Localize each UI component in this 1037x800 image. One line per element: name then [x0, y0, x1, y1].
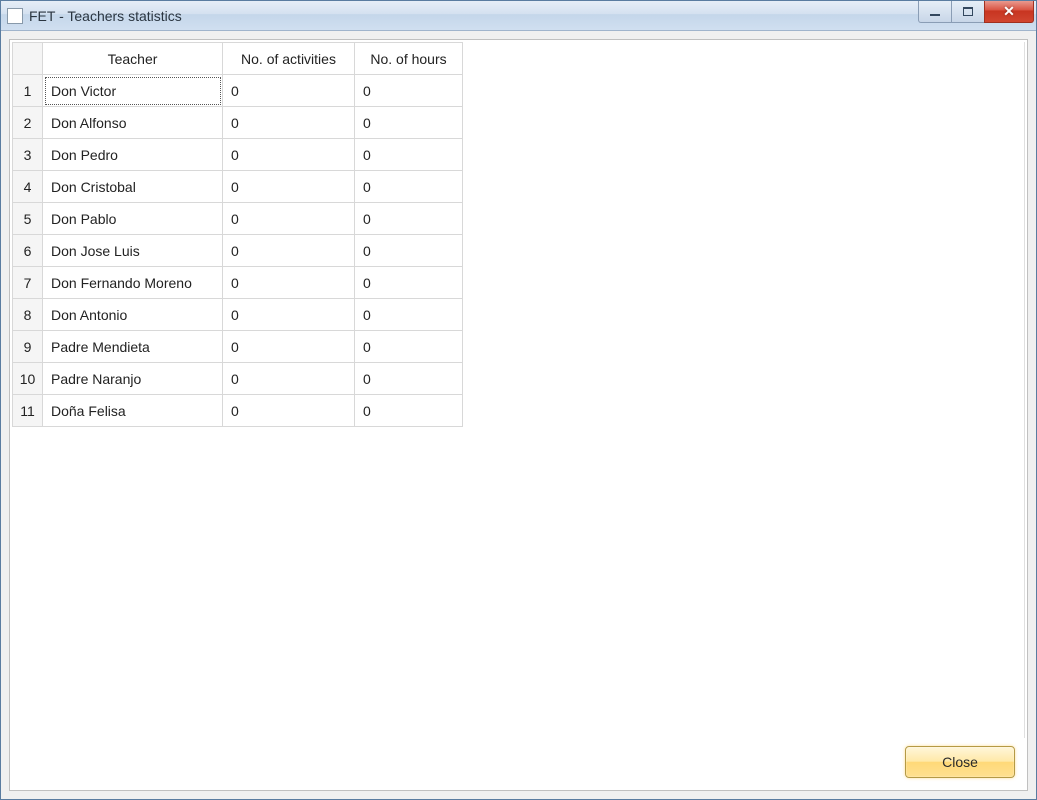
row-index[interactable]: 8: [13, 299, 43, 331]
close-icon: ✕: [1003, 3, 1015, 20]
minimize-icon: [930, 14, 940, 16]
cell-activities[interactable]: 0: [223, 299, 355, 331]
row-index[interactable]: 5: [13, 203, 43, 235]
cell-hours[interactable]: 0: [355, 107, 463, 139]
cell-teacher[interactable]: Don Antonio: [43, 299, 223, 331]
minimize-button[interactable]: [918, 1, 952, 23]
cell-teacher[interactable]: Don Victor: [43, 75, 223, 107]
cell-activities[interactable]: 0: [223, 331, 355, 363]
table-header-row: Teacher No. of activities No. of hours: [13, 43, 463, 75]
maximize-icon: [963, 7, 973, 16]
client-area: Teacher No. of activities No. of hours 1…: [9, 39, 1028, 791]
button-bar: Close: [12, 738, 1025, 788]
titlebar[interactable]: FET - Teachers statistics ✕: [1, 1, 1036, 31]
app-window: FET - Teachers statistics ✕ Teacher No. …: [0, 0, 1037, 800]
row-index[interactable]: 10: [13, 363, 43, 395]
col-header-activities[interactable]: No. of activities: [223, 43, 355, 75]
cell-hours[interactable]: 0: [355, 395, 463, 427]
cell-activities[interactable]: 0: [223, 75, 355, 107]
table-row[interactable]: 1Don Victor00: [13, 75, 463, 107]
close-button[interactable]: Close: [905, 746, 1015, 778]
cell-teacher[interactable]: Padre Naranjo: [43, 363, 223, 395]
cell-teacher[interactable]: Don Pablo: [43, 203, 223, 235]
row-index[interactable]: 6: [13, 235, 43, 267]
cell-hours[interactable]: 0: [355, 139, 463, 171]
row-index[interactable]: 4: [13, 171, 43, 203]
cell-teacher[interactable]: Don Alfonso: [43, 107, 223, 139]
table-row[interactable]: 7Don Fernando Moreno00: [13, 267, 463, 299]
table-row[interactable]: 10Padre Naranjo00: [13, 363, 463, 395]
cell-hours[interactable]: 0: [355, 267, 463, 299]
cell-teacher[interactable]: Don Cristobal: [43, 171, 223, 203]
cell-teacher[interactable]: Don Pedro: [43, 139, 223, 171]
app-icon: [7, 8, 23, 24]
col-header-hours[interactable]: No. of hours: [355, 43, 463, 75]
table-row[interactable]: 3Don Pedro00: [13, 139, 463, 171]
table-row[interactable]: 6Don Jose Luis00: [13, 235, 463, 267]
cell-hours[interactable]: 0: [355, 171, 463, 203]
cell-hours[interactable]: 0: [355, 299, 463, 331]
table-row[interactable]: 9Padre Mendieta00: [13, 331, 463, 363]
cell-activities[interactable]: 0: [223, 235, 355, 267]
cell-teacher[interactable]: Padre Mendieta: [43, 331, 223, 363]
cell-hours[interactable]: 0: [355, 363, 463, 395]
row-index[interactable]: 1: [13, 75, 43, 107]
row-index[interactable]: 7: [13, 267, 43, 299]
cell-activities[interactable]: 0: [223, 139, 355, 171]
table-row[interactable]: 4Don Cristobal00: [13, 171, 463, 203]
cell-hours[interactable]: 0: [355, 75, 463, 107]
cell-hours[interactable]: 0: [355, 203, 463, 235]
table-row[interactable]: 8Don Antonio00: [13, 299, 463, 331]
cell-hours[interactable]: 0: [355, 331, 463, 363]
table-row[interactable]: 2Don Alfonso00: [13, 107, 463, 139]
table-corner-cell[interactable]: [13, 43, 43, 75]
col-header-teacher[interactable]: Teacher: [43, 43, 223, 75]
row-index[interactable]: 11: [13, 395, 43, 427]
table-viewport[interactable]: Teacher No. of activities No. of hours 1…: [12, 42, 1025, 738]
table-row[interactable]: 5Don Pablo00: [13, 203, 463, 235]
cell-teacher[interactable]: Don Jose Luis: [43, 235, 223, 267]
cell-activities[interactable]: 0: [223, 203, 355, 235]
cell-hours[interactable]: 0: [355, 235, 463, 267]
cell-activities[interactable]: 0: [223, 171, 355, 203]
cell-activities[interactable]: 0: [223, 395, 355, 427]
maximize-button[interactable]: [951, 1, 985, 23]
row-index[interactable]: 9: [13, 331, 43, 363]
window-close-button[interactable]: ✕: [984, 1, 1034, 23]
teachers-table[interactable]: Teacher No. of activities No. of hours 1…: [12, 42, 463, 427]
window-controls: ✕: [919, 1, 1034, 23]
cell-teacher[interactable]: Doña Felisa: [43, 395, 223, 427]
row-index[interactable]: 3: [13, 139, 43, 171]
cell-teacher[interactable]: Don Fernando Moreno: [43, 267, 223, 299]
cell-activities[interactable]: 0: [223, 363, 355, 395]
table-row[interactable]: 11Doña Felisa00: [13, 395, 463, 427]
cell-activities[interactable]: 0: [223, 267, 355, 299]
cell-activities[interactable]: 0: [223, 107, 355, 139]
row-index[interactable]: 2: [13, 107, 43, 139]
window-title: FET - Teachers statistics: [29, 8, 1036, 24]
